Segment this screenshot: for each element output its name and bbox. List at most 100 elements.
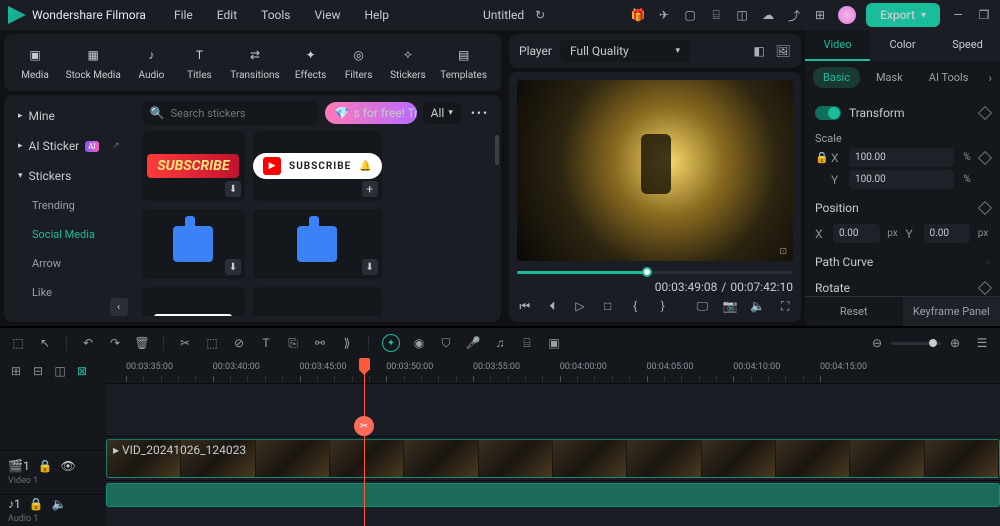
scrubber-knob[interactable] (642, 267, 652, 277)
layout-icon[interactable]: ◫ (734, 7, 750, 23)
record-tb-icon[interactable]: ▣ (546, 336, 562, 350)
share-icon[interactable]: ⤴ (786, 7, 802, 23)
mode-3-icon[interactable]: ◫ (52, 364, 68, 378)
keyframe-icon[interactable] (978, 281, 992, 295)
search-input[interactable] (171, 107, 311, 120)
sticker-card[interactable]: ▶SUBSCRIBE🔔+ (253, 131, 382, 201)
volume-icon[interactable]: 🔈 (750, 298, 766, 314)
video-clip[interactable]: ▸VID_20241026_124023 (106, 439, 1000, 478)
download-icon[interactable]: ⬇ (225, 181, 241, 197)
menu-view[interactable]: View (303, 8, 353, 22)
audio-clip[interactable] (106, 483, 1000, 507)
magnet-icon[interactable]: ⬚ (10, 336, 26, 350)
tab-stickers[interactable]: ✧Stickers (384, 40, 433, 85)
fullscreen-icon[interactable]: ⛶ (777, 298, 793, 314)
sticker-card[interactable]: ⬇ (142, 209, 245, 279)
tab-media[interactable]: ▣Media (12, 40, 58, 85)
screenshot-icon[interactable]: ▢ (682, 7, 698, 23)
export-button[interactable]: Export▾ (866, 3, 940, 27)
download-icon[interactable]: ⬇ (225, 259, 241, 275)
mode-2-icon[interactable]: ⊟ (30, 364, 46, 378)
image-icon[interactable]: 🖼 (775, 43, 791, 59)
video-track-header[interactable]: 🎬1🔒👁 Video 1 (0, 450, 106, 494)
sticker-card[interactable]: SUBSCRIBE⬇ (253, 287, 382, 316)
search-input-wrap[interactable]: 🔍 (142, 101, 319, 125)
more-icon[interactable]: ••• (467, 106, 493, 120)
sidebar-sub-social-media[interactable]: Social Media (4, 220, 134, 249)
tab-effects[interactable]: ✦Effects (288, 40, 334, 85)
scale-y-input[interactable]: 100.00 (849, 170, 954, 189)
lock-icon[interactable]: 🔒 (815, 151, 827, 164)
subtab-mask[interactable]: Mask (866, 67, 913, 88)
mode-1-icon[interactable]: ⊞ (8, 364, 24, 378)
scrollbar[interactable] (495, 135, 499, 165)
speaker-icon[interactable]: 🔈 (52, 497, 67, 511)
lock-icon[interactable]: 🔒 (29, 497, 44, 511)
audio-lane[interactable] (106, 480, 1000, 508)
tab-filters[interactable]: ◎Filters (336, 40, 382, 85)
maximize-icon[interactable]: ❐ (976, 7, 992, 23)
pathcurve-icon[interactable]: ◦ (986, 255, 990, 269)
step-back-icon[interactable]: ⏴ (545, 298, 561, 314)
zoom-in-icon[interactable]: ⊕ (947, 336, 963, 350)
compare-icon[interactable]: ◧ (751, 43, 767, 59)
tab-stock-media[interactable]: ▦Stock Media (60, 40, 126, 85)
cut-icon[interactable]: ✂ (177, 336, 193, 350)
mute-icon[interactable]: 👁 (61, 459, 76, 473)
collapse-sidebar-button[interactable]: ‹ (110, 298, 128, 316)
playhead[interactable] (364, 358, 365, 526)
transform-toggle[interactable] (815, 106, 841, 120)
sticker-card[interactable]: ⬇ (253, 209, 382, 279)
avatar[interactable] (838, 6, 856, 24)
redo-icon[interactable]: ↷ (107, 336, 123, 350)
sidebar-item-ai-sticker[interactable]: ▸AI StickerAI↗ (4, 131, 134, 161)
keyframe-panel-button[interactable]: Keyframe Panel (903, 297, 1000, 326)
effects-tb-icon[interactable]: ◉ (411, 336, 427, 350)
display-icon[interactable]: 🖵 (695, 298, 711, 314)
filter-all-dropdown[interactable]: All▾ (423, 102, 461, 124)
text-icon[interactable]: T (258, 336, 274, 350)
menu-edit[interactable]: Edit (205, 8, 249, 22)
subtab-ai-tools[interactable]: AI Tools (919, 67, 979, 88)
tab-transitions[interactable]: ⇄Transitions (224, 40, 285, 85)
send-icon[interactable]: ✈ (656, 7, 672, 23)
mic-icon[interactable]: 🎤 (465, 336, 481, 350)
download-icon[interactable]: ⬇ (362, 259, 378, 275)
tab-speed[interactable]: Speed (935, 30, 1000, 61)
lock-icon[interactable]: 🔒 (38, 459, 53, 473)
reset-button[interactable]: Reset (805, 297, 903, 326)
shield-icon[interactable]: ⛉ (438, 336, 454, 351)
marker-icon[interactable]: ⟫ (339, 336, 355, 350)
promo-pill[interactable]: 💎s for free! Try Film (325, 102, 417, 124)
undo-icon[interactable]: ↶ (80, 336, 96, 350)
keyframe-icon[interactable] (978, 106, 992, 120)
zoom-control[interactable]: ⊖ ⊕ (869, 336, 963, 350)
play-icon[interactable]: ▷ (572, 298, 588, 314)
tab-audio[interactable]: ♪Audio (128, 40, 174, 85)
time-ruler[interactable]: 00:03:35:0000:03:40:0000:03:45:0000:03:5… (106, 358, 1000, 384)
speed-icon[interactable]: ⊘ (231, 336, 247, 350)
history-icon[interactable]: ↻ (532, 7, 548, 23)
scale-x-input[interactable]: 100.00 (849, 148, 954, 167)
menu-tools[interactable]: Tools (249, 8, 302, 22)
mode-4-icon[interactable]: ⊠ (74, 364, 90, 378)
scrubber-track[interactable] (517, 271, 793, 274)
sidebar-item-stickers[interactable]: ▾Stickers (4, 161, 134, 191)
audio-tb-icon[interactable]: ♫ (492, 336, 508, 350)
tab-color[interactable]: Color (870, 30, 935, 61)
video-lane[interactable]: ▸VID_20241026_124023 (106, 436, 1000, 480)
keyframe-icon[interactable] (978, 150, 992, 164)
list-icon[interactable]: ☰ (974, 336, 990, 350)
cloud-icon[interactable]: ☁ (760, 7, 776, 23)
chevron-right-icon[interactable]: › (988, 71, 992, 85)
zoom-out-icon[interactable]: ⊖ (869, 336, 885, 350)
mark-out-icon[interactable]: } (655, 298, 671, 314)
minimize-icon[interactable]: — (950, 7, 966, 23)
sticker-card[interactable]: SUBSCRIBE⬇ (142, 131, 245, 201)
add-icon[interactable]: + (362, 181, 378, 197)
zoom-slider[interactable] (891, 342, 941, 345)
sidebar-item-mine[interactable]: ▸Mine (4, 101, 134, 131)
pos-x-input[interactable]: 0.00 (833, 224, 880, 243)
tab-video[interactable]: Video (805, 30, 870, 61)
sidebar-sub-arrow[interactable]: Arrow (4, 249, 134, 278)
